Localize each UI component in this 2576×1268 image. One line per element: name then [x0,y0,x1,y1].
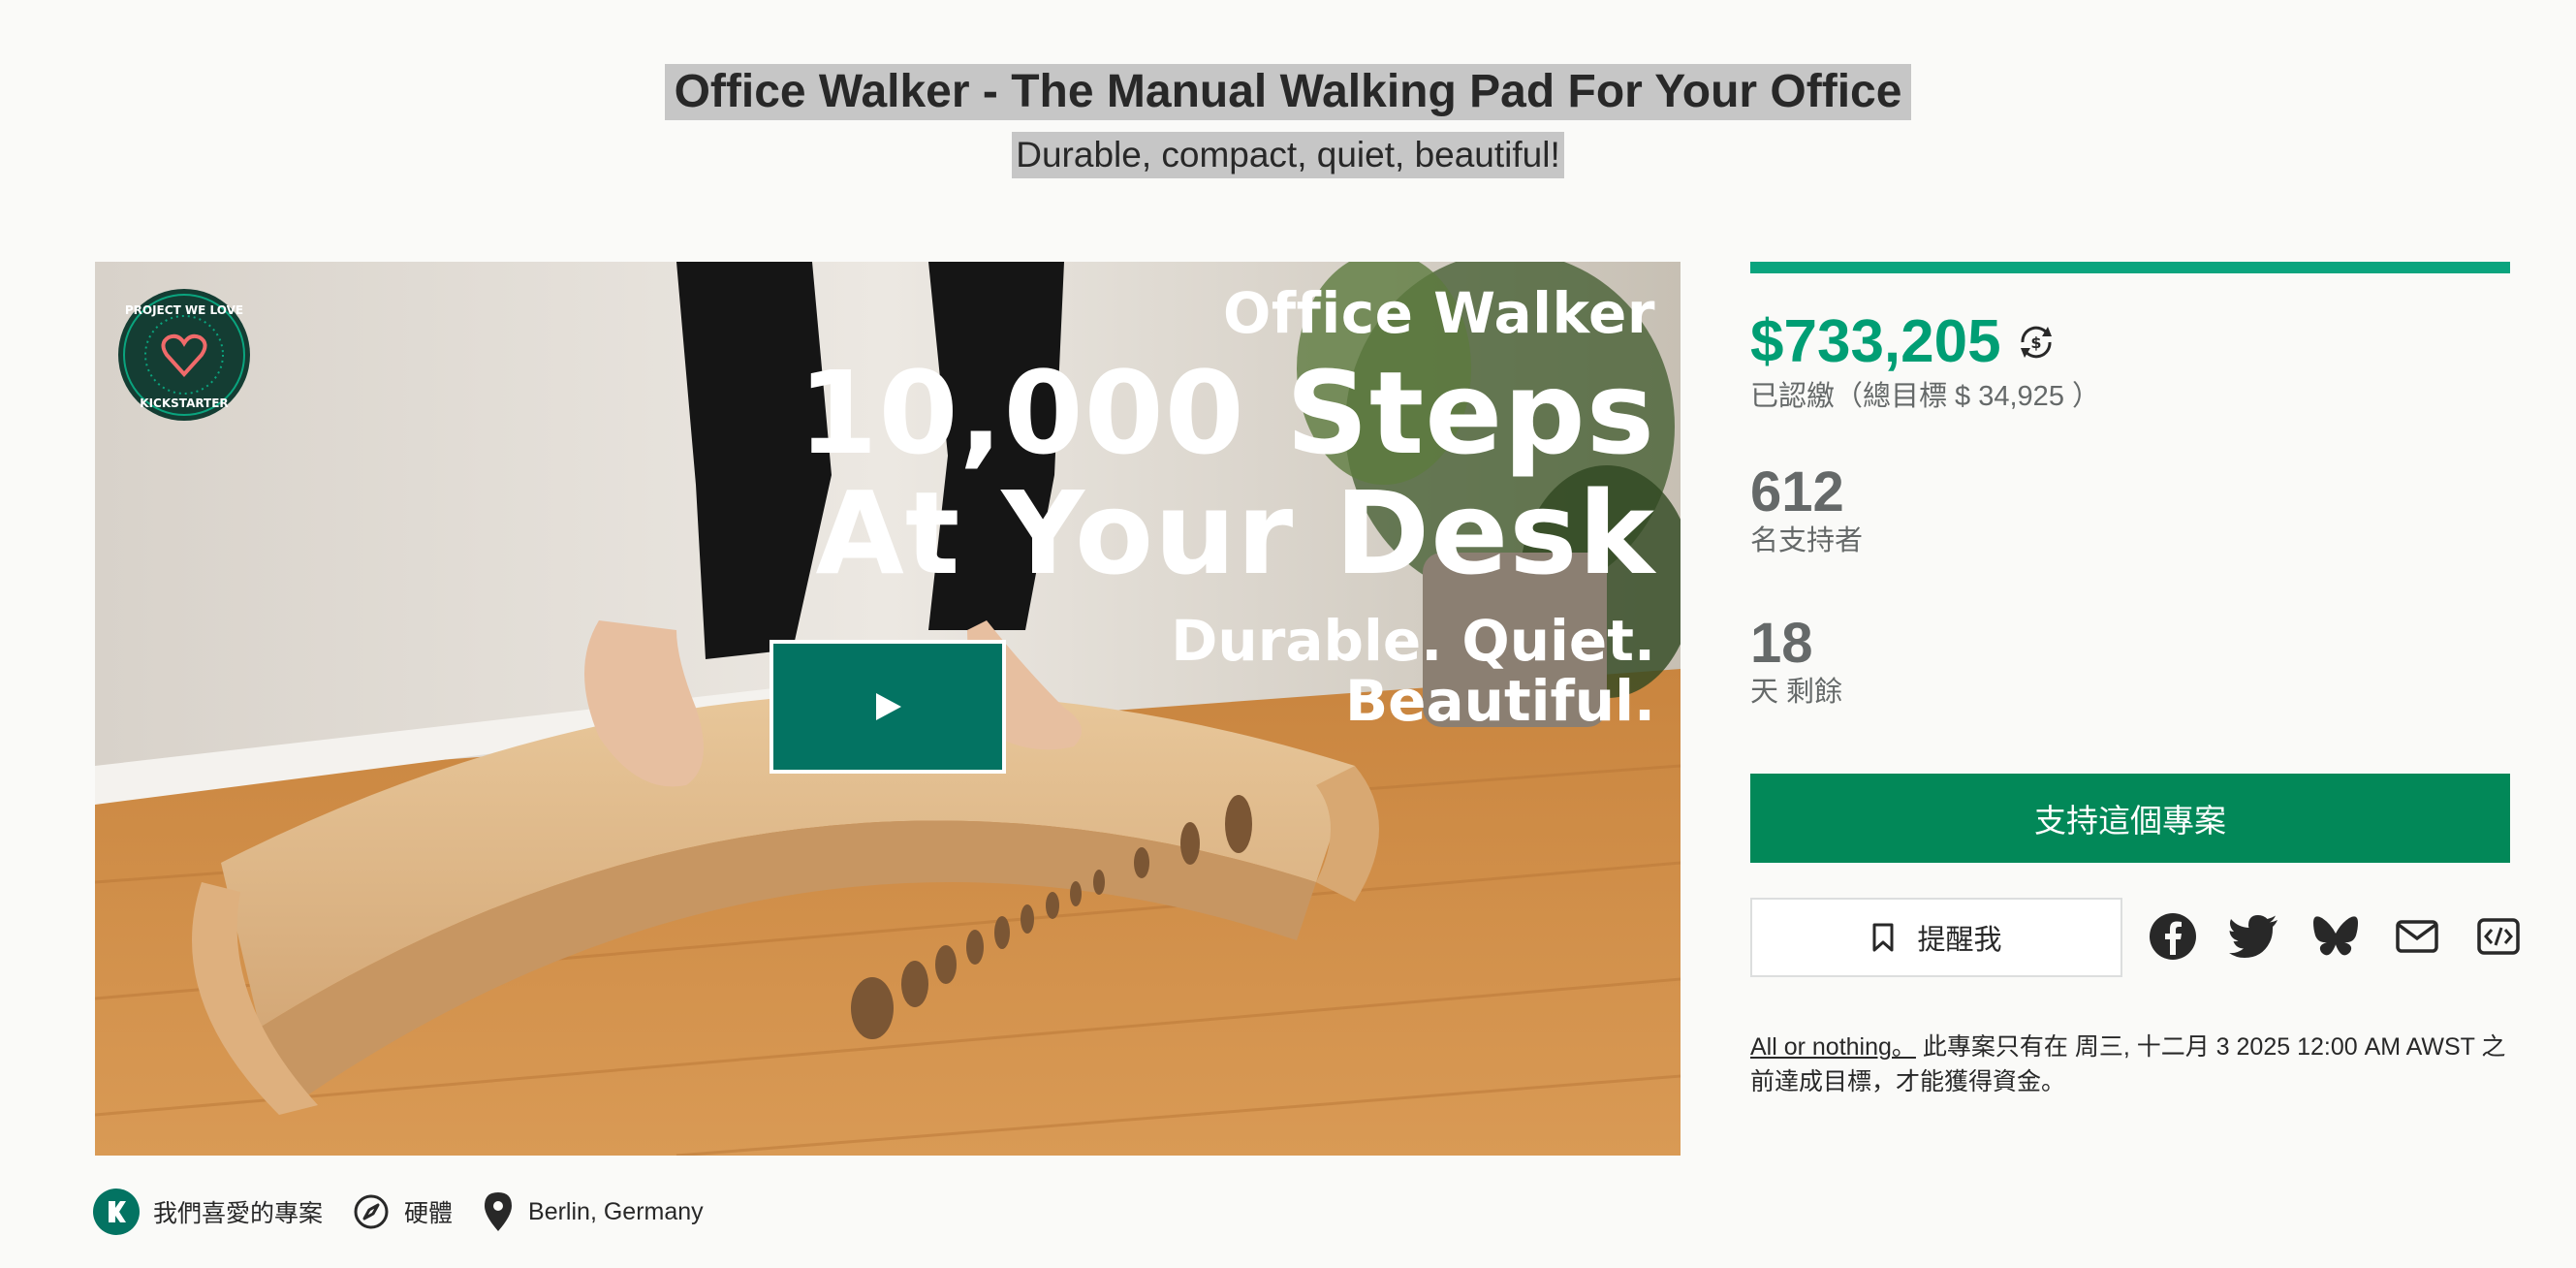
overlay-headline-line-2: At Your Desk [815,466,1655,600]
overlay-brand: Office Walker [1223,280,1655,346]
pledged-amount: $733,205 [1750,308,2001,375]
all-or-nothing-link[interactable]: All or nothing。 [1750,1033,1916,1061]
overlay-headline-line-1: 10,000 Steps [798,346,1655,480]
overlay-tagline-line-2: Beautiful. [1344,668,1655,734]
campaign-stats: $733,205 $ 已認繳（總目標 $ 34,925 ） 612 名支持者 1… [1750,262,2520,1095]
overlay-tagline: Durable. Quiet. Beautiful. [1171,611,1655,731]
project-header: Office Walker - The Manual Walking Pad F… [0,64,2576,178]
bluesky-icon[interactable] [2310,911,2361,962]
days-label: 天 剩餘 [1750,677,1843,708]
embed-icon[interactable] [2473,911,2524,962]
tag-project-we-love[interactable]: 我們喜愛的專案 [93,1189,323,1235]
compass-icon [354,1194,389,1229]
funding-model-note: All or nothing。 此專案只有在 周三, 十二月 3 2025 12… [1750,1030,2516,1099]
remind-me-label: 提醒我 [1917,925,2002,956]
tag-location[interactable]: Berlin, Germany [482,1190,704,1233]
project-video[interactable]: PROJECT WE LOVE KICKSTARTER Office Walke… [95,262,1681,1156]
badge-bottom-text: KICKSTARTER [140,396,228,410]
project-subtitle: Durable, compact, quiet, beautiful! [1012,132,1564,178]
badge-top-text: PROJECT WE LOVE [125,303,243,317]
pledged-row: $733,205 $ [1750,310,2510,374]
project-we-love-badge: PROJECT WE LOVE KICKSTARTER [118,289,250,421]
remind-me-button[interactable]: 提醒我 [1750,898,2122,977]
back-this-project-button[interactable]: 支持這個專案 [1750,774,2510,863]
project-tags: 我們喜愛的專案 硬體 Berlin, Germany [93,1189,733,1235]
currency-conversion-icon[interactable]: $ [2015,321,2058,364]
tag-location-label: Berlin, Germany [528,1197,704,1225]
location-pin-icon [485,1192,513,1231]
overlay-tagline-line-1: Durable. Quiet. [1171,608,1655,674]
backers-label: 名支持者 [1750,525,1864,556]
svg-text:$: $ [2030,333,2041,352]
bookmark-icon [1872,923,1894,952]
backers-count: 612 [1750,460,1844,523]
project-title: Office Walker - The Manual Walking Pad F… [664,64,1912,120]
pledged-label: 已認繳（總目標 $ 34,925 ） [1750,381,2100,412]
tag-category[interactable]: 硬體 [352,1192,453,1231]
days-count: 18 [1750,612,1813,675]
days-remaining-stat: 18 天 剩餘 [1750,613,1842,710]
funding-progress-fill [1750,262,2510,273]
play-icon [876,693,901,720]
tag-category-label: 硬體 [404,1200,454,1227]
share-icons [2136,911,2524,962]
overlay-headline: 10,000 Steps At Your Desk [798,353,1655,593]
facebook-icon[interactable] [2148,911,2198,962]
project-page: Office Walker - The Manual Walking Pad F… [0,0,2576,1268]
tag-project-we-love-label: 我們喜愛的專案 [153,1200,324,1227]
email-icon[interactable] [2392,911,2442,962]
kickstarter-k-icon [93,1189,140,1235]
twitter-icon[interactable] [2229,911,2279,962]
funding-progress-bar [1750,262,2510,273]
backers-stat: 612 名支持者 [1750,461,1863,558]
play-button[interactable] [770,640,1006,774]
